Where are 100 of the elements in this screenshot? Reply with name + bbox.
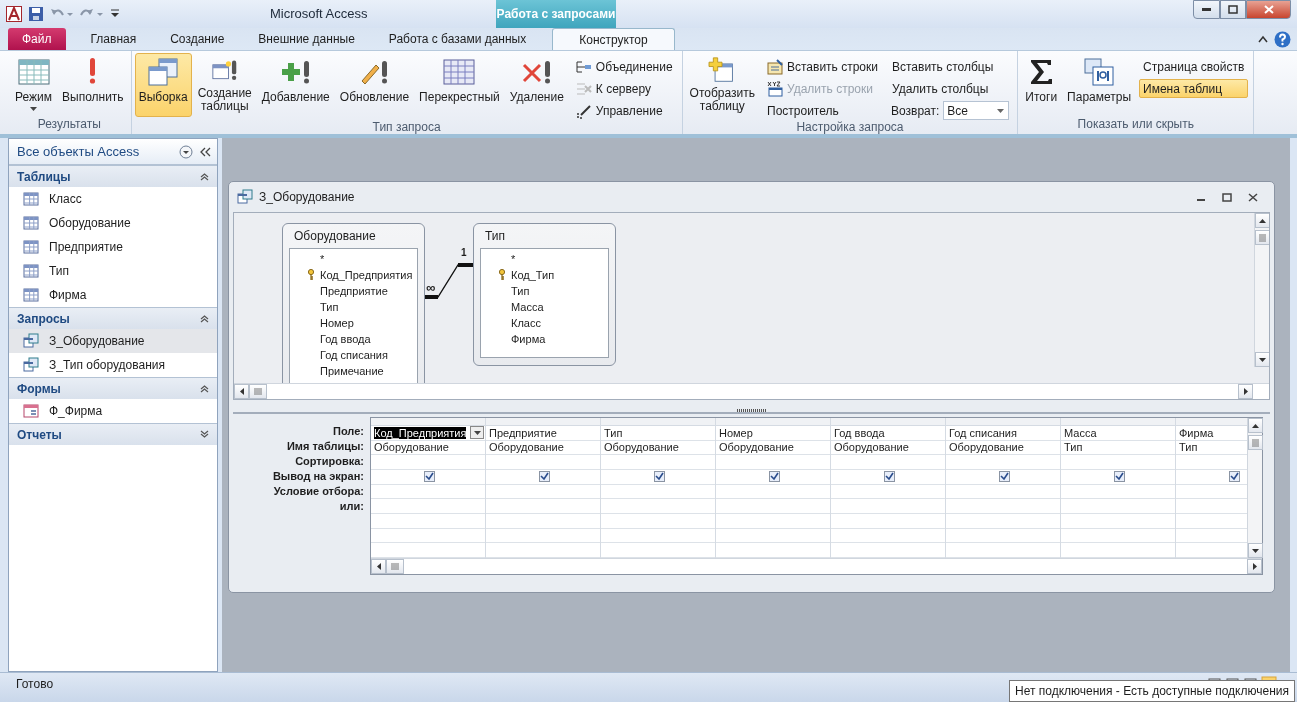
table-cell[interactable]: Оборудование <box>371 440 485 456</box>
help-icon[interactable] <box>1274 30 1291 48</box>
ribbon-button[interactable]: Отобразить таблицу <box>685 53 759 117</box>
table-cell[interactable]: Тип <box>1061 440 1175 456</box>
nav-group-header[interactable]: Таблицы <box>9 165 217 187</box>
ribbon-button[interactable]: Итоги <box>1021 53 1062 117</box>
splitter-grip[interactable] <box>736 409 767 412</box>
checkbox[interactable] <box>769 471 780 483</box>
table-box[interactable]: Оборудование * Код_Предприятия Предприятие Тип Номер Год ввода Год списания Примечание <box>282 223 425 383</box>
scroll-right-icon[interactable] <box>1252 563 1257 570</box>
ribbon-button[interactable]: Параметры <box>1063 53 1136 117</box>
table-cell[interactable]: Оборудование <box>831 440 945 456</box>
checkbox[interactable] <box>999 471 1010 483</box>
maximize-button[interactable] <box>1220 0 1246 19</box>
scroll-left-icon[interactable] <box>376 563 381 570</box>
field-cell[interactable]: Предприятие <box>486 425 600 441</box>
ribbon-button[interactable]: Удаление <box>505 53 568 117</box>
ribbon-button[interactable]: Добавление <box>257 53 334 117</box>
table-cell[interactable]: Оборудование <box>601 440 715 456</box>
nav-item[interactable]: З_Оборудование <box>9 329 217 353</box>
field-name[interactable]: Примечание <box>290 363 417 379</box>
nav-group-header[interactable]: Формы <box>9 377 217 399</box>
expand-icon[interactable] <box>200 430 209 439</box>
table-cell[interactable]: Оборудование <box>716 440 830 456</box>
scroll-down-icon[interactable] <box>1258 357 1266 362</box>
scroll-thumb-icon[interactable] <box>1258 233 1266 242</box>
collapse-pane-icon[interactable] <box>199 146 211 157</box>
table-cell[interactable]: Оборудование <box>946 440 1060 456</box>
field-name[interactable]: Код_Предприятия <box>290 267 417 283</box>
field-name[interactable]: Предприятие <box>290 283 417 299</box>
vertical-scrollbar[interactable] <box>1254 213 1269 367</box>
ribbon-button[interactable]: Создание таблицы <box>193 53 256 117</box>
checkbox[interactable] <box>654 471 665 483</box>
field-name[interactable]: Код_Тип <box>481 267 608 283</box>
ribbon-button[interactable]: Удалить столбцы <box>888 79 1013 98</box>
horizontal-scrollbar[interactable] <box>234 383 1269 399</box>
nav-group-header[interactable]: Запросы <box>9 307 217 329</box>
save-icon[interactable] <box>28 6 44 22</box>
scroll-thumb-icon[interactable] <box>254 388 262 395</box>
field-name[interactable]: Фирма <box>481 331 608 347</box>
collapse-icon[interactable] <box>200 172 209 181</box>
horizontal-scrollbar[interactable] <box>371 558 1262 574</box>
collapse-icon[interactable] <box>200 314 209 323</box>
checkbox[interactable] <box>884 471 895 483</box>
ribbon-button[interactable]: Страница свойств <box>1139 57 1249 76</box>
field-cell[interactable]: Масса <box>1061 425 1175 441</box>
ribbon-tab[interactable]: Создание <box>153 28 242 50</box>
field-name[interactable]: * <box>481 251 608 267</box>
vertical-scrollbar[interactable] <box>1247 418 1262 558</box>
ribbon-button[interactable]: Перекрестный <box>415 53 504 117</box>
checkbox[interactable] <box>1114 471 1125 483</box>
scroll-down-icon[interactable] <box>1251 548 1259 553</box>
field-cell[interactable]: Номер <box>716 425 830 441</box>
field-name[interactable]: Класс <box>481 315 608 331</box>
collapse-icon[interactable] <box>200 384 209 393</box>
scroll-up-icon[interactable] <box>1251 423 1259 428</box>
field-cell[interactable]: Год списания <box>946 425 1060 441</box>
field-name[interactable]: Номер <box>290 315 417 331</box>
ribbon-button[interactable]: Управление <box>571 101 677 120</box>
field-name[interactable]: * <box>290 251 417 267</box>
scroll-right-icon[interactable] <box>1243 388 1248 395</box>
field-name[interactable]: Год списания <box>290 347 417 363</box>
ribbon-button[interactable]: Вставить столбцы <box>888 57 1013 76</box>
close-button[interactable] <box>1246 0 1291 19</box>
ribbon-button[interactable]: Объединение <box>571 57 677 76</box>
minimize-button[interactable] <box>1193 0 1220 19</box>
scroll-thumb-icon[interactable] <box>1251 438 1259 447</box>
checkbox[interactable] <box>424 471 435 483</box>
ribbon-tab[interactable]: Главная <box>73 28 154 50</box>
restore-icon[interactable] <box>1222 192 1232 202</box>
minimize-ribbon-icon[interactable] <box>1258 35 1268 43</box>
close-icon[interactable] <box>1248 192 1258 202</box>
nav-group-header[interactable]: Отчеты <box>9 423 217 445</box>
field-cell[interactable]: Год ввода <box>831 425 945 441</box>
file-tab[interactable]: Файл <box>8 28 66 50</box>
ribbon-button[interactable]: К серверу <box>571 79 677 98</box>
scroll-up-icon[interactable] <box>1258 218 1266 223</box>
ribbon-button[interactable]: Обновление <box>335 53 414 117</box>
ribbon-button[interactable]: Имена таблиц <box>1139 79 1249 98</box>
ribbon-button[interactable]: Режим <box>11 53 56 117</box>
ribbon-button[interactable]: Вставить строки <box>763 57 882 76</box>
field-name[interactable]: Тип <box>481 283 608 299</box>
dropdown-icon[interactable] <box>179 144 193 159</box>
ribbon-tab[interactable]: Внешние данные <box>241 28 372 50</box>
ribbon-button[interactable]: Выборка <box>134 53 192 117</box>
field-cell[interactable]: Тип <box>601 425 715 441</box>
field-name[interactable]: Масса <box>481 299 608 315</box>
field-name[interactable]: Год ввода <box>290 331 417 347</box>
app-icon[interactable] <box>6 6 22 22</box>
ribbon-tab[interactable]: Конструктор <box>552 28 675 50</box>
table-cell[interactable]: Оборудование <box>486 440 600 456</box>
ribbon-tab[interactable]: Работа с базами данных <box>371 28 544 50</box>
table-box[interactable]: Тип * Код_Тип Тип Масса Класс Фирма <box>473 223 616 366</box>
customize-icon[interactable] <box>110 8 120 20</box>
ribbon-button[interactable]: Построитель <box>763 101 882 120</box>
checkbox[interactable] <box>539 471 550 483</box>
scroll-thumb-icon[interactable] <box>391 563 399 570</box>
ribbon-button[interactable]: Выполнить <box>58 53 128 117</box>
return-dropdown[interactable]: Все <box>943 101 1010 120</box>
scroll-left-icon[interactable] <box>239 388 244 395</box>
